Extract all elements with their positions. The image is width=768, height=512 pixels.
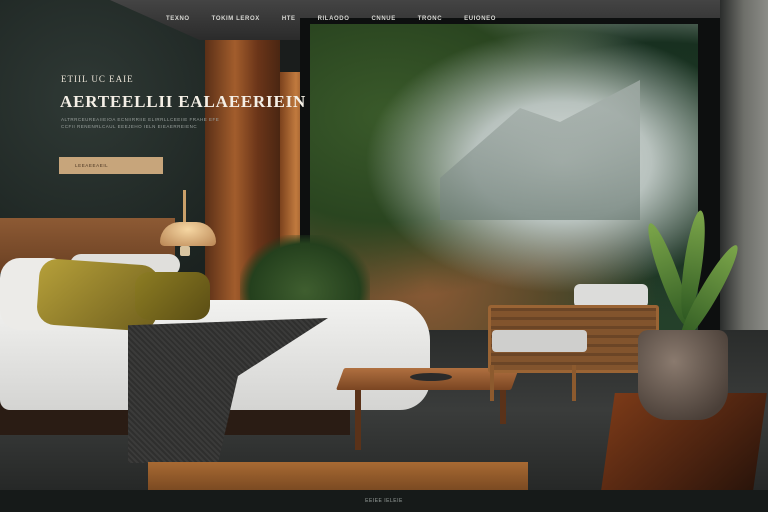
bed-bench (148, 462, 528, 490)
top-nav: TEXNO TOKIM LEROX HTE RILAODO CNNUE TRON… (166, 16, 496, 22)
nav-item[interactable]: TEXNO (166, 16, 190, 22)
table-leg (355, 390, 361, 450)
lamp-base (180, 246, 190, 256)
hero-description: ALTRRCEUREAIIEIOA ECNIIRRIIE ELIRRLLCEEI… (61, 117, 220, 129)
table-dish (410, 373, 452, 381)
chair-seat-cushion (492, 330, 587, 352)
table-leg (500, 388, 506, 424)
nav-item[interactable]: HTE (282, 16, 296, 22)
bedside-lamp (160, 222, 216, 246)
nav-item[interactable]: TRONC (418, 16, 442, 22)
hero-kicker: ETIIL UC EAIE (61, 74, 134, 84)
cta-button[interactable]: LEEAEEAEIL (59, 157, 163, 174)
footer: EEIEE IELEIE (0, 490, 768, 512)
chair-leg (572, 365, 576, 401)
pillow-olive-small (135, 272, 210, 320)
nav-item[interactable]: TOKIM LEROX (212, 16, 260, 22)
chair-leg (490, 365, 494, 401)
lamp-stem (183, 190, 186, 225)
hero-title: AERTEELLII EALAEERIEIN (60, 92, 307, 111)
plant-pot (638, 330, 728, 420)
nav-item[interactable]: EUIONEO (464, 16, 496, 22)
nav-item[interactable]: CNNUE (371, 16, 395, 22)
nav-item[interactable]: RILAODO (318, 16, 350, 22)
footer-text: EEIEE IELEIE (365, 498, 403, 504)
